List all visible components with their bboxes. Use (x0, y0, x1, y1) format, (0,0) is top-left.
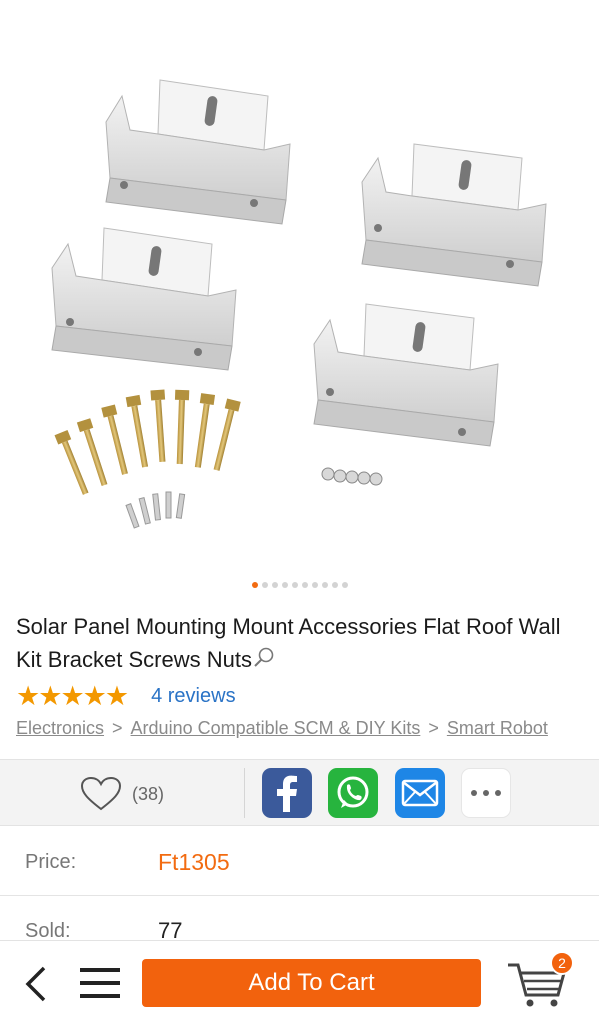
star-icon: ★ (60, 681, 84, 711)
pagination-dot[interactable] (331, 582, 338, 588)
bracket-1 (105, 79, 291, 225)
more-icon (471, 790, 501, 796)
pagination-dot[interactable] (251, 582, 258, 588)
price-label: Price: (25, 851, 77, 873)
pagination-dot[interactable] (301, 582, 308, 588)
mail-share-button[interactable] (395, 768, 445, 818)
facebook-icon (277, 775, 297, 812)
image-pagination[interactable] (0, 582, 599, 588)
bracket-3 (51, 227, 237, 371)
rating-stars: ★★★★★ (16, 681, 129, 711)
breadcrumb-link[interactable]: Electronics (16, 718, 104, 738)
add-to-cart-button[interactable]: Add To Cart (142, 959, 481, 1007)
whatsapp-icon (337, 776, 369, 808)
pagination-dot[interactable] (341, 582, 348, 588)
star-icon: ★ (16, 681, 40, 711)
heart-icon (80, 776, 122, 811)
hamburger-menu-icon (80, 968, 120, 998)
breadcrumb-separator: > (112, 718, 123, 738)
product-title-text: Solar Panel Mounting Mount Accessories F… (16, 614, 561, 672)
divider (244, 768, 245, 818)
reviews-link[interactable]: 4 reviews (151, 685, 235, 708)
whatsapp-share-button[interactable] (328, 768, 378, 818)
pagination-dot[interactable] (311, 582, 318, 588)
favorite-count: (38) (132, 783, 165, 804)
bottom-action-bar: Add To Cart 2 (0, 940, 599, 1024)
breadcrumb-link[interactable]: Arduino Compatible SCM & DIY Kits (131, 718, 421, 738)
bracket-2 (361, 143, 547, 287)
share-bar: (38) (0, 759, 599, 826)
search-icon[interactable] (252, 645, 276, 678)
breadcrumb-separator: > (428, 718, 439, 738)
facebook-share-button[interactable] (262, 768, 312, 818)
star-icon: ★ (38, 681, 62, 711)
back-button[interactable] (22, 965, 52, 1008)
product-image[interactable] (0, 0, 599, 600)
breadcrumb-link[interactable]: Smart Robot (447, 718, 548, 738)
breadcrumb: Electronics > Arduino Compatible SCM & DIY… (16, 716, 599, 740)
product-title: Solar Panel Mounting Mount Accessories F… (16, 610, 591, 678)
price-row: Price: Ft1305 (0, 827, 599, 896)
small-screws (125, 491, 186, 529)
star-icon: ★ (82, 681, 107, 711)
more-share-button[interactable] (461, 768, 511, 818)
chevron-left-icon (25, 966, 46, 1002)
product-photo (51, 79, 547, 529)
cart-count-badge: 2 (550, 951, 574, 975)
price-value: Ft1305 (158, 849, 230, 875)
rating: ★★★★★ 4 reviews (16, 682, 236, 710)
pagination-dot[interactable] (321, 582, 328, 588)
bracket-4 (313, 303, 499, 447)
star-icon: ★ (104, 681, 129, 711)
bolts (54, 389, 241, 495)
pagination-dot[interactable] (281, 582, 288, 588)
pagination-dot[interactable] (271, 582, 278, 588)
menu-button[interactable] (80, 966, 120, 1005)
mail-icon (401, 779, 439, 807)
pagination-dot[interactable] (261, 582, 268, 588)
pagination-dot[interactable] (291, 582, 298, 588)
favorite-button[interactable]: (38) (80, 776, 164, 812)
nuts (321, 467, 383, 486)
